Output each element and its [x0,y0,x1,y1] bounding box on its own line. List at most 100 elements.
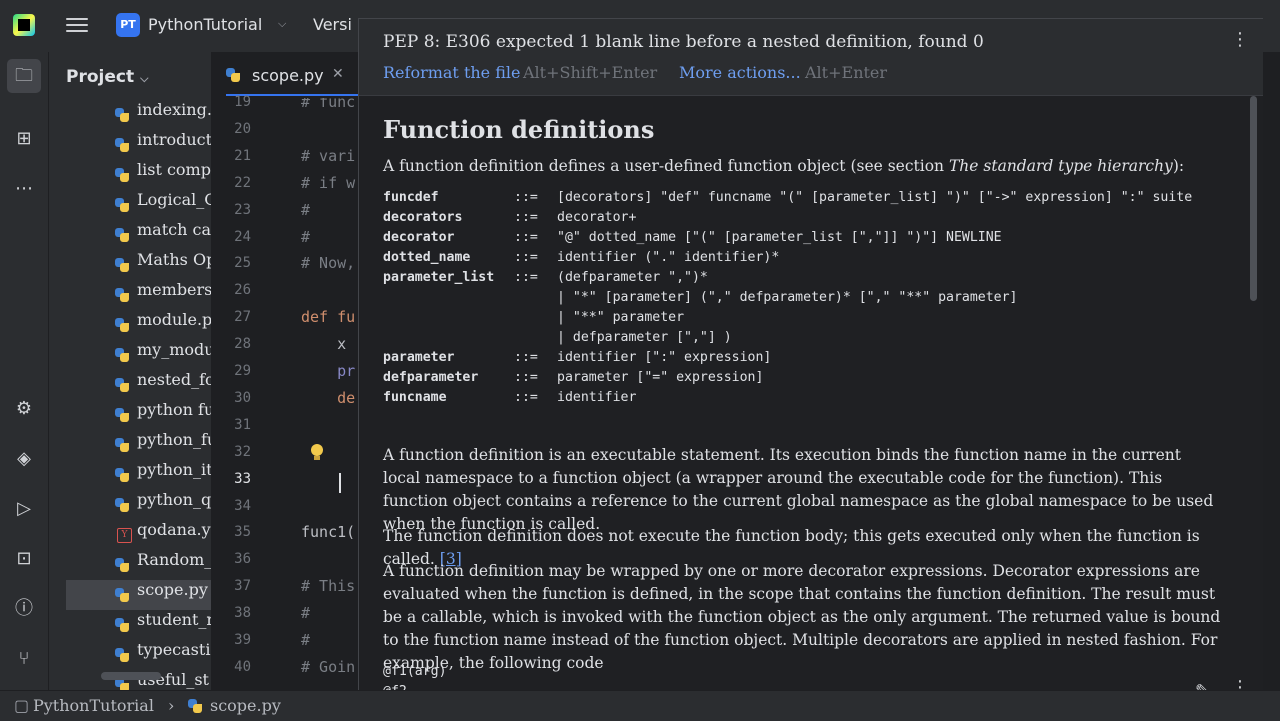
tree-item[interactable]: list compr [49,160,211,190]
close-icon[interactable]: ✕ [332,66,344,82]
chevron-down-icon[interactable]: ⌵ [140,72,148,85]
folder-icon[interactable]: 🗀 [7,59,41,93]
project-switcher[interactable]: PythonTutorial [148,15,262,34]
code-line[interactable]: # Goin [301,658,355,676]
tree-item[interactable]: typecastin [49,640,211,670]
project-tree: indexing. introduct list compr Logical_Cmat… [49,100,211,690]
project-badge[interactable]: PT [116,13,140,37]
line-number: 35 [234,524,251,541]
tree-item[interactable]: python_it [49,460,211,490]
python-console-icon[interactable]: ⚙ [11,396,37,422]
tree-item[interactable]: indexing. [49,100,211,130]
line-number: 27 [234,309,251,326]
line-number: 38 [234,605,251,622]
horizontal-scrollbar[interactable] [101,672,161,680]
tree-item[interactable]: Yqodana.ya [49,520,211,550]
run-icon[interactable]: ▷ [11,496,37,522]
python-file-icon [115,648,129,662]
tree-item[interactable]: python_fu [49,430,211,460]
code-line[interactable]: # func [301,98,355,111]
tree-item[interactable]: Maths Op [49,250,211,280]
code-line[interactable]: # if w [301,174,355,192]
more-options-icon[interactable]: ⋮ [1231,677,1249,691]
tree-item[interactable]: student_r [49,610,211,640]
reformat-shortcut: Alt+Shift+Enter [523,63,658,82]
line-number: 26 [234,282,251,299]
grammar-rule-name: dotted_name [383,250,471,265]
git-branch-icon[interactable]: ⑂ [11,646,37,672]
project-panel-title[interactable]: Project ⌵ [66,67,148,87]
tree-item[interactable]: python fu [49,400,211,430]
line-number: 25 [234,255,251,272]
code-line[interactable]: pr [301,362,355,380]
grammar-separator: ::= [514,250,538,265]
python-file-icon [115,108,129,122]
code-line[interactable]: # [301,201,310,219]
grammar-rule: "@" dotted_name ["(" [parameter_list [",… [557,230,1002,245]
pycharm-logo-icon [13,14,35,36]
code-line[interactable]: de [301,389,355,407]
code-editor[interactable]: # func # vari # if w # # # Now, def fu x pr de… [291,98,361,690]
doc-title: Function definitions [383,115,655,144]
code-line[interactable]: # [301,631,310,649]
code-line[interactable]: # Now, [301,254,355,272]
tree-item[interactable]: Random_ [49,550,211,580]
more-actions-link[interactable]: More actions... [679,63,801,82]
problems-icon[interactable]: ⓘ [11,596,37,622]
doc-paragraph-3: A function definition may be wrapped by … [383,562,1221,672]
layers-icon[interactable]: ◈ [11,446,37,472]
tree-item-label: typecastin [137,640,211,659]
tree-item-label: nested_fo [137,370,211,389]
tree-item[interactable]: members [49,280,211,310]
breadcrumb-separator: › [168,696,175,715]
tree-item-label: scope.py [137,580,208,599]
grammar-rule-name: funcdef [383,190,439,205]
grammar-separator: ::= [514,190,538,205]
line-number: 20 [234,120,251,137]
tree-item[interactable]: my_modu [49,340,211,370]
python-file-icon [115,588,129,602]
tree-item[interactable]: Logical_C [49,190,211,220]
code-line[interactable]: def fu [301,308,355,326]
chevron-down-icon[interactable]: ⌵ [278,17,286,31]
line-number: 19 [234,94,251,110]
tree-item-label: student_r [137,610,211,629]
breadcrumb-project[interactable]: PythonTutorial [33,696,154,715]
line-number: 39 [234,632,251,648]
more-actions-shortcut: Alt+Enter [805,63,888,82]
breadcrumb-file[interactable]: scope.py [210,696,281,715]
main-menu-icon[interactable] [66,14,88,36]
more-tools-icon[interactable]: ⋯ [11,176,37,202]
code-line[interactable]: func1( [301,523,355,541]
more-options-icon[interactable]: ⋮ [1231,29,1249,50]
code-line[interactable]: x [301,335,355,353]
vcs-widget[interactable]: Versi [313,15,352,34]
grammar-separator: ::= [514,270,538,285]
tree-item[interactable]: scope.py [66,580,211,610]
line-number: 29 [234,363,251,379]
python-file-icon [115,468,129,482]
tree-item[interactable]: introduct [49,130,211,160]
tree-item-label: members [137,280,211,299]
doc-paragraph-1: A function definition is an executable s… [383,446,1214,533]
grammar-separator: ::= [514,370,538,385]
tree-item[interactable]: python_q [49,490,211,520]
terminal-icon[interactable]: ⊡ [11,546,37,572]
vertical-scrollbar[interactable] [1250,96,1257,301]
python-file-icon [115,198,129,212]
code-line[interactable]: # vari [301,147,355,165]
reformat-file-link[interactable]: Reformat the file [383,63,521,82]
code-line[interactable]: # This [301,577,355,595]
python-file-icon [115,498,129,512]
code-line[interactable]: # [301,604,310,622]
tree-item-label: list compr [137,160,211,179]
tree-item[interactable]: module.p [49,310,211,340]
tree-item-label: Logical_C [137,190,211,209]
structure-icon[interactable]: ⊞ [11,126,37,152]
tab-scope-py[interactable]: scope.py [226,66,324,85]
tree-item[interactable]: nested_fo [49,370,211,400]
tree-item-label: python fu [137,400,211,419]
tree-item[interactable]: match cas [49,220,211,250]
code-line[interactable]: # [301,228,310,246]
lightbulb-icon[interactable] [310,444,324,462]
